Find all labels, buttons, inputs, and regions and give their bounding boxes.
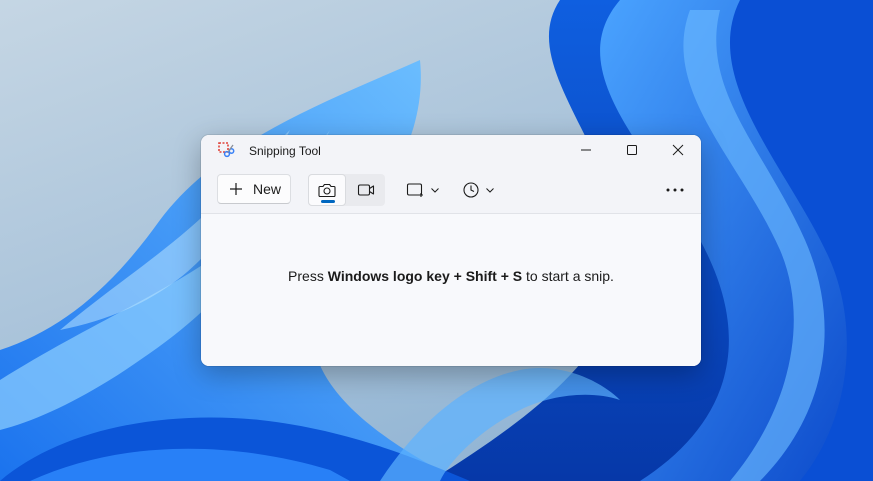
chevron-down-icon	[486, 188, 494, 193]
maximize-icon	[627, 145, 637, 155]
clock-icon	[463, 182, 479, 198]
rectangle-snip-icon	[406, 183, 423, 197]
snipping-tool-icon	[218, 142, 235, 158]
minimize-icon	[581, 149, 591, 151]
delay-dropdown[interactable]	[462, 174, 496, 206]
video-camera-icon	[357, 184, 375, 196]
snip-canvas-area: Press Windows logo key + Shift + S to st…	[201, 214, 701, 366]
title-bar[interactable]: Snipping Tool	[201, 135, 701, 167]
capture-mode-toggle	[308, 174, 385, 206]
hint-plus-2: +	[496, 268, 513, 284]
camera-icon	[318, 183, 336, 198]
hint-key-s: S	[512, 268, 523, 284]
maximize-button[interactable]	[609, 135, 655, 165]
close-button[interactable]	[655, 135, 701, 165]
new-snip-button[interactable]: New	[217, 174, 291, 204]
see-more-button[interactable]	[659, 174, 691, 206]
minimize-button[interactable]	[563, 135, 609, 165]
toolbar: New	[201, 167, 701, 214]
hint-plus-1: +	[449, 268, 466, 284]
screenshot-mode-button[interactable]	[308, 174, 346, 206]
more-horizontal-icon	[666, 188, 684, 192]
chevron-down-icon	[431, 188, 439, 193]
app-title: Snipping Tool	[249, 144, 321, 158]
hint-prefix: Press	[288, 268, 328, 284]
desktop: Snipping Tool New Press Windows logo key…	[0, 0, 873, 481]
close-icon	[672, 144, 684, 156]
snipping-tool-window: Snipping Tool New Press Windows logo key…	[201, 135, 701, 366]
selected-mode-indicator	[321, 200, 335, 203]
hint-key-windows: Windows logo key	[327, 268, 450, 284]
hint-suffix: to start a snip.	[522, 268, 614, 284]
new-button-label: New	[253, 181, 282, 197]
hint-key-shift: Shift	[465, 268, 497, 284]
plus-icon	[230, 183, 242, 195]
start-snip-hint: Press Windows logo key + Shift + S to st…	[201, 268, 701, 284]
snip-shape-dropdown[interactable]	[406, 174, 441, 206]
record-mode-button[interactable]	[347, 174, 385, 206]
